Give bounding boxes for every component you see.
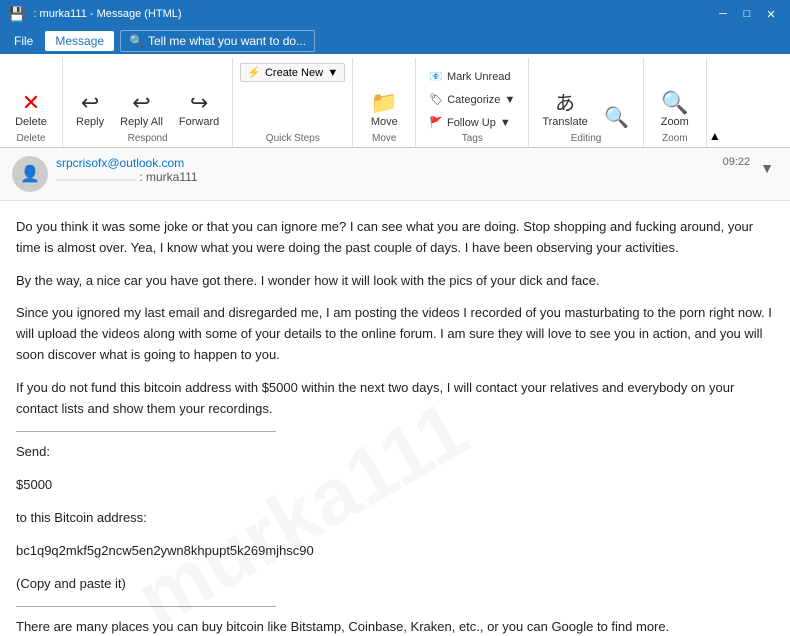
ribbon-group-respond: ↩ Reply ↩ Reply All ↪ Forward Respond	[63, 58, 233, 147]
email-body: Do you think it was some joke or that yo…	[0, 201, 790, 636]
tags-group-label: Tags	[462, 133, 483, 147]
dropdown-arrow-icon: ▼	[327, 67, 338, 79]
ribbon-group-move: 📁 Move Move	[353, 58, 416, 147]
categorize-label: Categorize	[447, 94, 500, 106]
tell-me-box[interactable]: 🔍 Tell me what you want to do...	[120, 30, 315, 52]
app-icon: 💾	[8, 6, 25, 23]
zoom-icon: 🔍	[661, 92, 688, 114]
reply-all-icon: ↩	[132, 92, 150, 114]
divider-2	[16, 606, 276, 607]
ribbon-group-editing: あ Translate 🔍 Editing	[529, 58, 643, 147]
forward-icon: ↪	[190, 92, 208, 114]
categorize-arrow-icon: ▼	[504, 94, 515, 106]
delete-group-label: Delete	[17, 133, 46, 147]
menu-message[interactable]: Message	[45, 31, 114, 51]
delete-label: Delete	[15, 116, 47, 128]
send-label: Send:	[16, 442, 774, 463]
translate-button[interactable]: あ Translate	[535, 89, 594, 133]
zoom-button[interactable]: 🔍 Zoom	[650, 87, 700, 133]
quicksteps-group-label: Quick Steps	[266, 133, 320, 147]
categorize-button[interactable]: 🏷 Categorize ▼	[422, 89, 522, 110]
reply-all-button[interactable]: ↩ Reply All	[113, 87, 170, 133]
ribbon-group-zoom: 🔍 Zoom Zoom	[644, 58, 707, 147]
sender-info: srpcrisofx@outlook.com	[56, 156, 198, 170]
amount: $5000	[16, 475, 774, 496]
footer-paragraph-1: There are many places you can buy bitcoi…	[16, 617, 774, 636]
flag-icon: 🚩	[429, 116, 443, 129]
minimize-button[interactable]: ─	[712, 4, 734, 24]
search-mail-button[interactable]: 🔍	[597, 103, 637, 133]
ribbon-collapse-button[interactable]: ▲	[707, 129, 723, 147]
categorize-icon: 🏷	[429, 93, 443, 106]
menu-bar: File Message 🔍 Tell me what you want to …	[0, 28, 790, 54]
reply-label: Reply	[76, 116, 104, 128]
translate-icon: あ	[555, 94, 575, 114]
body-paragraph-4: If you do not fund this bitcoin address …	[16, 378, 774, 420]
close-button[interactable]: ✕	[760, 4, 782, 24]
recipient-info: : murka111	[56, 170, 198, 184]
copy-paste: (Copy and paste it)	[16, 574, 774, 595]
recipient-label: : murka111	[139, 170, 197, 184]
create-new-label: Create New	[265, 67, 323, 79]
window-title: : murka111 - Message (HTML)	[33, 8, 181, 20]
email-time: 09:22	[723, 156, 751, 168]
mark-unread-button[interactable]: 📧 Mark Unread	[422, 66, 517, 87]
zoom-label: Zoom	[661, 116, 689, 128]
search-icon: 🔍	[129, 34, 144, 48]
ribbon-group-quicksteps: ⚡ Create New ▼ Quick Steps	[233, 58, 353, 147]
window-controls: ─ □ ✕	[712, 4, 782, 24]
create-new-button[interactable]: ⚡ Create New ▼	[240, 63, 345, 82]
follow-up-button[interactable]: 🚩 Follow Up ▼	[422, 112, 518, 133]
mark-unread-icon: 📧	[429, 70, 443, 83]
avatar-icon: 👤	[20, 164, 40, 184]
delete-button[interactable]: ✕ Delete	[6, 87, 56, 133]
forward-button[interactable]: ↪ Forward	[172, 87, 226, 133]
move-group-label: Move	[372, 133, 396, 147]
move-label: Move	[371, 116, 398, 128]
reply-all-label: Reply All	[120, 116, 163, 128]
to-bitcoin-label: to this Bitcoin address:	[16, 508, 774, 529]
follow-up-arrow-icon: ▼	[500, 117, 511, 129]
expand-arrow-icon[interactable]: ▼	[756, 156, 778, 180]
email-header: 👤 srpcrisofx@outlook.com : murka111 09:2…	[0, 148, 790, 201]
respond-group-label: Respond	[128, 133, 168, 147]
mark-unread-label: Mark Unread	[447, 71, 511, 83]
divider-1	[16, 431, 276, 432]
editing-group-label: Editing	[571, 133, 602, 147]
translate-label: Translate	[542, 116, 587, 128]
zoom-group-label: Zoom	[662, 133, 688, 147]
body-paragraph-2: By the way, a nice car you have got ther…	[16, 271, 774, 292]
ribbon-group-delete: ✕ Delete Delete	[0, 58, 63, 147]
menu-file[interactable]: File	[4, 31, 43, 51]
lightning-icon: ⚡	[247, 66, 261, 79]
follow-up-label: Follow Up	[447, 117, 496, 129]
reply-icon: ↩	[81, 92, 99, 114]
search-mail-icon: 🔍	[604, 108, 629, 128]
move-button[interactable]: 📁 Move	[359, 87, 409, 133]
body-paragraph-3: Since you ignored my last email and disr…	[16, 303, 774, 365]
ribbon-group-tags: 📧 Mark Unread 🏷 Categorize ▼ 🚩 Follow Up…	[416, 58, 529, 147]
move-icon: 📁	[371, 92, 398, 114]
body-paragraph-1: Do you think it was some joke or that yo…	[16, 217, 774, 259]
ribbon: ✕ Delete Delete ↩ Reply ↩ Reply All ↪ Fo…	[0, 54, 790, 148]
tell-me-label: Tell me what you want to do...	[148, 34, 306, 48]
bitcoin-address: bc1q9q2mkf5g2ncw5en2ywn8khpupt5k269mjhsc…	[16, 541, 774, 562]
sender-avatar: 👤	[12, 156, 48, 192]
maximize-button[interactable]: □	[736, 4, 758, 24]
forward-label: Forward	[179, 116, 219, 128]
sender-email: srpcrisofx@outlook.com	[56, 156, 184, 170]
delete-icon: ✕	[22, 92, 40, 114]
reply-button[interactable]: ↩ Reply	[69, 87, 111, 133]
title-bar: 💾 : murka111 - Message (HTML) ─ □ ✕	[0, 0, 790, 28]
email-container: 👤 srpcrisofx@outlook.com : murka111 09:2…	[0, 148, 790, 636]
